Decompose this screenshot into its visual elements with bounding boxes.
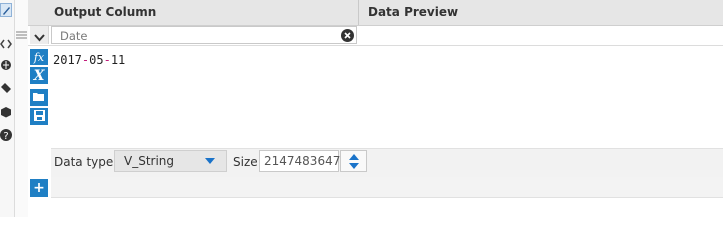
- spin-up-icon[interactable]: [349, 154, 359, 160]
- function-button[interactable]: fx: [30, 49, 48, 65]
- tag-icon[interactable]: [0, 82, 12, 94]
- save-button[interactable]: [30, 108, 48, 125]
- save-icon: [33, 109, 45, 124]
- row-grip: [15, 0, 28, 217]
- folder-icon: [33, 91, 45, 105]
- edit-icon[interactable]: [0, 3, 12, 17]
- size-spinner[interactable]: [340, 150, 367, 172]
- data-type-label: Data type:: [54, 155, 118, 169]
- expression-editor[interactable]: 2017-05-11: [53, 53, 125, 67]
- add-field-button[interactable]: +: [30, 179, 48, 197]
- expression-dash: -: [103, 53, 111, 67]
- open-button[interactable]: [30, 89, 48, 106]
- header-divider[interactable]: [358, 0, 359, 25]
- variables-button[interactable]: X: [30, 67, 48, 84]
- row-divider: [28, 45, 723, 46]
- cube-icon[interactable]: [0, 106, 12, 118]
- svg-text:?: ?: [3, 131, 8, 141]
- tool-rail: ?: [0, 0, 15, 217]
- size-label: Size:: [233, 155, 262, 169]
- clear-icon[interactable]: [341, 29, 354, 42]
- plus-icon: +: [33, 180, 45, 196]
- help-icon[interactable]: ?: [0, 129, 12, 142]
- output-column-input[interactable]: Date: [51, 26, 357, 44]
- code-icon[interactable]: [0, 38, 12, 50]
- spin-down-icon[interactable]: [349, 163, 359, 169]
- header-data-preview[interactable]: Data Preview: [368, 0, 458, 25]
- grip-icon[interactable]: [16, 30, 27, 44]
- size-input[interactable]: 2147483647: [259, 150, 340, 172]
- globe-icon[interactable]: [0, 59, 12, 71]
- collapse-button[interactable]: [30, 26, 49, 44]
- add-row-area: [51, 177, 723, 198]
- chevron-down-icon: [34, 31, 45, 45]
- fx-icon: fx: [33, 50, 45, 64]
- header-output-column[interactable]: Output Column: [54, 0, 156, 25]
- expression-month: 05: [89, 53, 104, 67]
- expression-day: 11: [110, 53, 126, 67]
- expression-year: 2017: [53, 53, 82, 67]
- x-icon: X: [33, 67, 45, 84]
- column-header: Output Column Data Preview: [28, 0, 723, 26]
- caret-down-icon[interactable]: [205, 158, 215, 164]
